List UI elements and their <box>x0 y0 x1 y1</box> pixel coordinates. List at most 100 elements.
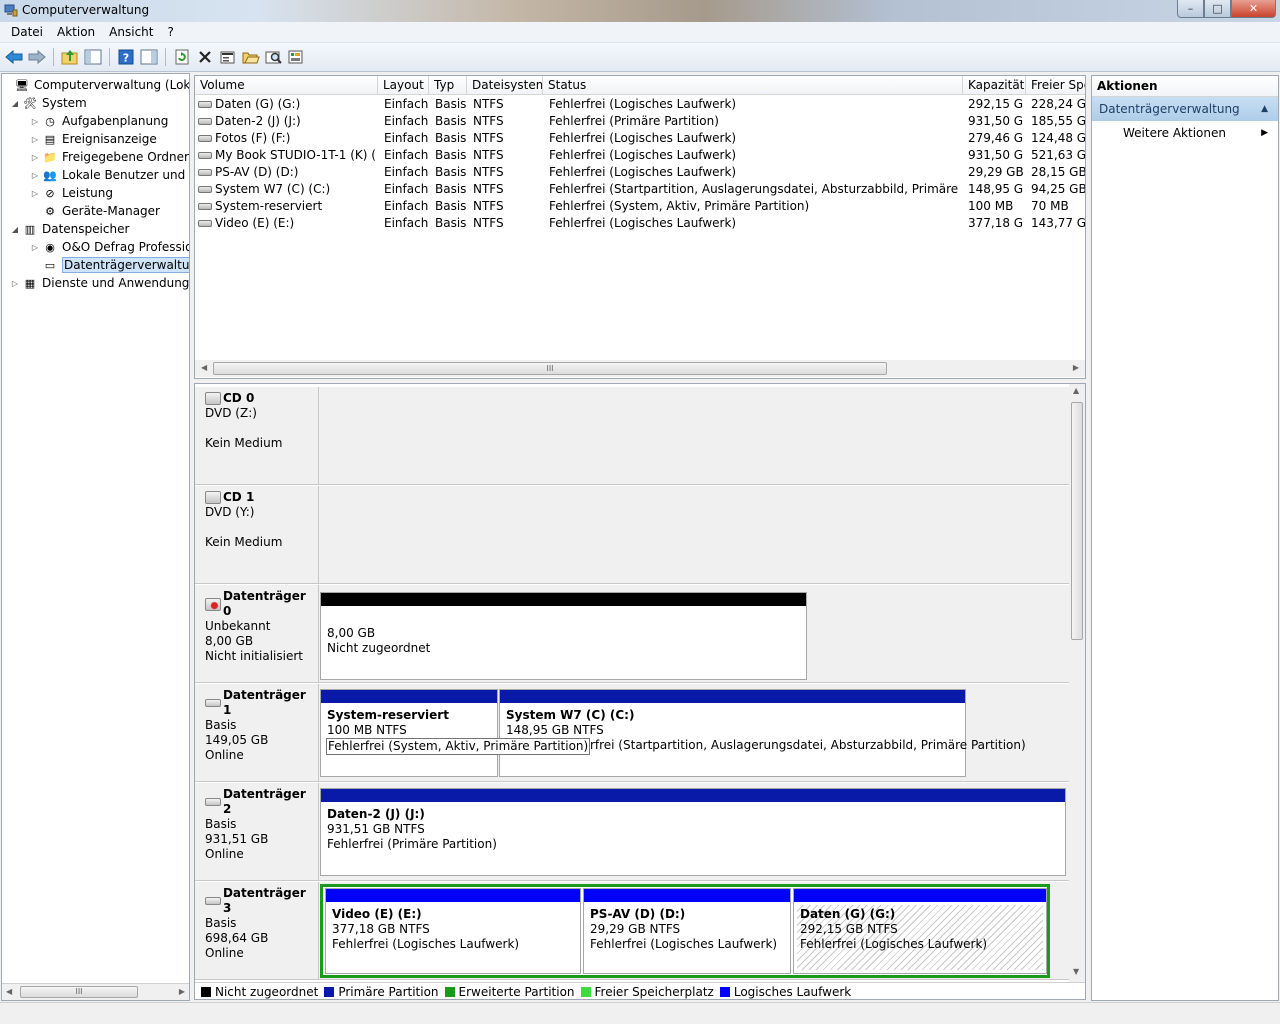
table-cell: System-reserviert <box>198 198 376 215</box>
show-hide-action-pane-icon[interactable] <box>139 47 159 67</box>
expand-arrow-icon[interactable]: ▷ <box>30 117 40 126</box>
refresh-icon[interactable] <box>172 47 192 67</box>
table-row[interactable]: System W7 (C) (C:) Einfach Basis NTFS Fehler… <box>195 181 1085 198</box>
delete-icon[interactable] <box>195 47 215 67</box>
expand-arrow-icon[interactable]: ▷ <box>30 189 40 198</box>
minimize-button[interactable]: – <box>1177 0 1204 18</box>
cell-text: 28,15 GB <box>1031 165 1086 179</box>
menu-datei[interactable]: Datei <box>4 25 50 39</box>
disk-vertical-scrollbar[interactable]: ▲ ▼ <box>1069 384 1085 984</box>
column-header-volume[interactable]: Volume <box>195 76 378 95</box>
cell-text: Einfach <box>384 199 429 213</box>
close-button[interactable]: ✕ <box>1231 0 1276 18</box>
tree-item[interactable]: ◢ ▥ Datenspeicher <box>10 220 129 238</box>
scroll-right-arrow-icon[interactable]: ▶ <box>179 987 185 996</box>
table-row[interactable]: Daten-2 (J) (J:) Einfach Basis NTFS Fehlerfr… <box>195 113 1085 130</box>
tree-item[interactable]: ⚙ Geräte-Manager <box>30 202 160 220</box>
tree-item[interactable]: ▷ 📁 Freigegebene Ordner <box>30 148 189 166</box>
partition[interactable]: Daten-2 (J) (J:) 931,51 GB NTFS Fehlerfrei… <box>320 788 1066 876</box>
tree-item[interactable]: ◢ 🛠 System <box>10 94 87 112</box>
disk-info[interactable]: Datenträger 1 Basis 149,05 GB Online <box>195 684 319 782</box>
maximize-button[interactable]: □ <box>1204 0 1231 18</box>
table-row[interactable]: PS-AV (D) (D:) Einfach Basis NTFS Fehlerfrei… <box>195 164 1086 181</box>
properties-icon[interactable] <box>218 47 238 67</box>
disk-error-icon <box>205 597 221 611</box>
expand-arrow-icon[interactable]: ▷ <box>30 171 40 180</box>
tree-scroll-thumb[interactable]: III <box>20 986 138 998</box>
column-header-dateisystem[interactable]: Dateisystem <box>467 76 543 95</box>
open-icon[interactable] <box>241 47 261 67</box>
table-cell: Daten (G) (G:) <box>198 96 376 113</box>
disk-info[interactable]: Datenträger 0 Unbekannt 8,00 GB Nicht initi… <box>195 585 319 683</box>
table-cell: 143,77 GB <box>1031 215 1085 232</box>
disk-info[interactable]: CD 1 DVD (Y:) Kein Medium <box>195 486 319 584</box>
tree-item[interactable]: ▷ ▤ Ereignisanzeige <box>30 130 157 148</box>
disk-info[interactable]: Datenträger 2 Basis 931,51 GB Online <box>195 783 319 881</box>
disk-detail: DVD (Y:) <box>205 505 255 519</box>
help-icon[interactable]: ? <box>116 47 136 67</box>
table-cell: 28,15 GB <box>1031 164 1086 181</box>
expand-arrow-icon[interactable]: ▷ <box>30 153 40 162</box>
partition[interactable]: System-reserviert 100 MB NTFS Fehlerfrei (… <box>320 689 591 777</box>
search-icon[interactable] <box>264 47 284 67</box>
column-header-kapazitaet[interactable]: Kapazität <box>963 76 1026 95</box>
forward-icon[interactable] <box>27 47 47 67</box>
tree-item[interactable]: ▷ ◷ Aufgabenplanung <box>30 112 168 130</box>
column-header-typ[interactable]: Typ <box>429 76 467 95</box>
volume-list-header: Volume Layout Typ Dateisystem Status Kap… <box>195 76 1085 95</box>
menu-help[interactable]: ? <box>160 25 180 39</box>
scroll-left-arrow-icon[interactable]: ◀ <box>201 363 207 372</box>
partition[interactable]: Daten (G) (G:) 292,15 GB NTFS Fehlerfrei (… <box>793 888 1047 974</box>
disk-info[interactable]: Datenträger 3 Basis 698,64 GB Online <box>195 882 319 980</box>
scroll-down-arrow-icon[interactable]: ▼ <box>1073 967 1079 976</box>
actions-section-label: Datenträgerverwaltung <box>1099 102 1240 116</box>
menu-ansicht[interactable]: Ansicht <box>102 25 160 39</box>
cell-text: 29,29 GB <box>968 165 1024 179</box>
menu-aktion[interactable]: Aktion <box>50 25 102 39</box>
export-icon[interactable] <box>287 47 307 67</box>
tree-item[interactable]: ▷ ▦ Dienste und Anwendungen <box>10 274 189 292</box>
expand-arrow-icon[interactable]: ◢ <box>10 99 20 108</box>
collapse-up-icon[interactable]: ▲ <box>1261 97 1268 121</box>
scroll-up-arrow-icon[interactable]: ▲ <box>1073 386 1079 395</box>
cell-text: Einfach <box>384 97 429 111</box>
list-horizontal-scrollbar[interactable]: ◀ III ▶ <box>195 360 1085 377</box>
back-icon[interactable] <box>4 47 24 67</box>
table-cell: 377,18 GB <box>968 215 1024 232</box>
partition[interactable]: 8,00 GB Nicht zugeordnet <box>320 592 807 680</box>
table-row[interactable]: Daten (G) (G:) Einfach Basis NTFS Fehlerfrei… <box>195 96 1085 113</box>
tree-item[interactable]: ▷ ⊘ Leistung <box>30 184 113 202</box>
actions-section-datentraegerverwaltung[interactable]: Datenträgerverwaltung ▲ <box>1092 97 1278 121</box>
column-header-freier-speicherplatz[interactable]: Freier Speicherplatz <box>1026 76 1085 95</box>
table-cell: 931,50 GB <box>968 113 1024 130</box>
expand-arrow-icon[interactable]: ◢ <box>10 225 20 234</box>
partition[interactable]: Video (E) (E:) 377,18 GB NTFS Fehlerfrei (… <box>325 888 581 974</box>
scroll-left-arrow-icon[interactable]: ◀ <box>6 987 12 996</box>
up-folder-icon[interactable] <box>60 47 80 67</box>
disk-info[interactable]: CD 0 DVD (Z:) Kein Medium <box>195 387 319 485</box>
tree-item[interactable]: 🖥 Computerverwaltung (Lokal) <box>2 76 189 94</box>
expand-arrow-icon[interactable]: ▷ <box>30 135 40 144</box>
scroll-right-arrow-icon[interactable]: ▶ <box>1073 363 1079 372</box>
tree-horizontal-scrollbar[interactable]: ◀ III ▶ <box>2 983 189 1000</box>
navigation-tree: 🖥 Computerverwaltung (Lokal) ◢ 🛠 System ▷ ◷ Auf… <box>1 73 190 1001</box>
disk-scroll-thumb[interactable] <box>1071 402 1083 640</box>
action-weitere-aktionen[interactable]: Weitere Aktionen ▶ <box>1092 121 1278 145</box>
show-hide-tree-icon[interactable] <box>83 47 103 67</box>
column-header-status[interactable]: Status <box>543 76 963 95</box>
expand-arrow-icon[interactable]: ▷ <box>10 279 20 288</box>
expand-arrow-icon[interactable]: ▷ <box>30 243 40 252</box>
partition[interactable]: PS-AV (D) (D:) 29,29 GB NTFS Fehlerfrei (L… <box>583 888 791 974</box>
partition-status: Fehlerfrei (Logisches Laufwerk) <box>800 937 988 951</box>
drive-icon <box>198 118 212 125</box>
table-cell: 124,48 GB <box>1031 130 1085 147</box>
table-row[interactable]: System-reserviert Einfach Basis NTFS Fehlerf… <box>195 198 1085 215</box>
table-row[interactable]: Fotos (F) (F:) Einfach Basis NTFS Fehlerfrei… <box>195 130 1085 147</box>
list-scroll-thumb[interactable]: III <box>213 362 887 375</box>
table-row[interactable]: Video (E) (E:) Einfach Basis NTFS Fehlerfrei… <box>195 215 1085 232</box>
tree-item[interactable]: ▭ Datenträgerverwaltung <box>30 256 189 274</box>
tree-item[interactable]: ▷ ◉ O&O Defrag Professional <box>30 238 189 256</box>
table-row[interactable]: My Book STUDIO-1T-1 (K) (K:) Einfach Basis… <box>195 147 1085 164</box>
tree-item[interactable]: ▷👥 Lokale Benutzer und Gruppen <box>30 166 189 184</box>
column-header-layout[interactable]: Layout <box>378 76 429 95</box>
